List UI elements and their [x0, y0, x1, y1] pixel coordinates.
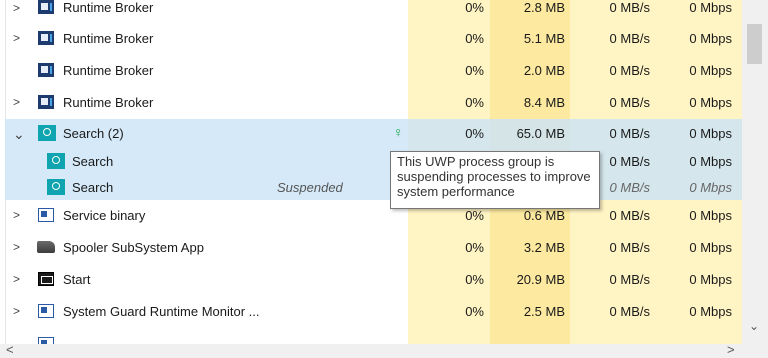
process-name: Search (2) [63, 126, 124, 141]
memory-value: 20.9 MB [516, 272, 565, 287]
expand-chevron-icon[interactable]: > [13, 95, 20, 109]
process-name: Search [72, 180, 114, 195]
cpu-value: 0% [465, 272, 484, 287]
memory-value: 2.5 MB [523, 304, 565, 319]
chevron-down-icon[interactable]: ⌄ [749, 319, 759, 333]
cpu-value: 0% [465, 240, 484, 255]
network-value: 0 Mbps [689, 126, 732, 141]
network-value: 0 Mbps [689, 208, 732, 223]
cpu-value: 0% [465, 63, 484, 78]
expand-chevron-icon[interactable]: > [13, 208, 20, 222]
process-name: System Guard Runtime Monitor ... [63, 304, 260, 319]
printer-icon [37, 241, 55, 253]
service-icon [38, 337, 54, 344]
disk-value: 0 MB/s [609, 304, 650, 319]
disk-value: 0 MB/s [609, 208, 650, 223]
expand-chevron-icon[interactable]: > [13, 240, 20, 254]
memory-value: 2.0 MB [523, 63, 565, 78]
disk-value: 0 MB/s [609, 63, 650, 78]
process-name: Search [72, 154, 114, 169]
process-row-search-child-2[interactable]: Search Suspended 0 MB/s 0 Mbps [0, 174, 742, 200]
process-name: Runtime Broker [63, 95, 154, 110]
process-name: Runtime Broker [63, 63, 154, 78]
runtime-broker-icon [38, 31, 54, 45]
disk-value: 0 MB/s [609, 154, 650, 169]
collapse-chevron-icon[interactable]: ⌄ [13, 126, 25, 143]
expand-chevron-icon[interactable]: > [13, 272, 20, 286]
runtime-broker-icon [38, 63, 54, 77]
disk-value: 0 MB/s [609, 240, 650, 255]
process-list: > Runtime Broker 0% 2.8 MB 0 MB/s 0 Mbps… [0, 0, 742, 344]
network-value: 0 Mbps [689, 63, 732, 78]
memory-value: 65.0 MB [516, 126, 565, 141]
start-icon [38, 272, 54, 286]
expand-chevron-icon[interactable]: > [13, 304, 20, 318]
service-icon [38, 304, 54, 318]
network-value: 0 Mbps [689, 31, 732, 46]
expand-chevron-icon[interactable]: > [13, 1, 20, 15]
network-value: 0 Mbps [689, 0, 732, 15]
chevron-left-icon[interactable]: < [6, 342, 14, 357]
disk-value: 0 MB/s [609, 31, 650, 46]
memory-value: 5.1 MB [523, 31, 565, 46]
uwp-suspend-tooltip: This UWP process group is suspending pro… [390, 151, 600, 209]
network-value: 0 Mbps [689, 304, 732, 319]
process-name: Start [63, 272, 91, 287]
disk-value: 0 MB/s [609, 180, 650, 195]
process-name: Runtime Broker [63, 31, 154, 46]
runtime-broker-icon [38, 95, 54, 109]
network-value: 0 Mbps [689, 272, 732, 287]
disk-value: 0 MB/s [609, 272, 650, 287]
process-row-system-guard[interactable]: > System Guard Runtime Monitor ... 0% 2.… [0, 295, 742, 327]
search-icon [47, 179, 65, 195]
leaf-icon[interactable]: ♀ [393, 124, 404, 140]
disk-value: 0 MB/s [609, 0, 650, 15]
network-value: 0 Mbps [689, 95, 732, 110]
process-row-search-group[interactable]: ⌄ Search (2) ♀ 0% 65.0 MB 0 MB/s 0 Mbps [0, 119, 742, 149]
process-row-runtime-broker-2[interactable]: > Runtime Broker 0% 5.1 MB 0 MB/s 0 Mbps [0, 23, 742, 55]
cpu-value: 0% [465, 31, 484, 46]
search-icon [38, 125, 56, 141]
process-name: Service binary [63, 208, 146, 223]
vertical-scroll-thumb[interactable] [747, 24, 762, 64]
cpu-value: 0% [465, 95, 484, 110]
runtime-broker-icon [38, 0, 54, 14]
network-value: 0 Mbps [689, 240, 732, 255]
memory-value: 3.2 MB [523, 240, 565, 255]
search-icon [47, 153, 65, 169]
process-row-search-child-1[interactable]: Search 0 MB/s 0 Mbps [0, 149, 742, 174]
cpu-value: 0% [465, 304, 484, 319]
cpu-value: 0% [465, 0, 484, 15]
process-row-runtime-broker-3[interactable]: Runtime Broker 0% 2.0 MB 0 MB/s 0 Mbps [0, 55, 742, 87]
chevron-right-icon[interactable]: > [727, 342, 735, 357]
memory-value: 2.8 MB [523, 0, 565, 15]
process-row-start[interactable]: > Start 0% 20.9 MB 0 MB/s 0 Mbps [0, 263, 742, 295]
service-icon [38, 208, 54, 222]
horizontal-scrollbar[interactable]: < > [0, 342, 768, 358]
cpu-value: 0% [465, 208, 484, 223]
disk-value: 0 MB/s [609, 95, 650, 110]
process-row-service-binary[interactable]: > Service binary 0% 0.6 MB 0 MB/s 0 Mbps [0, 200, 742, 231]
network-value: 0 Mbps [689, 180, 732, 195]
process-row-runtime-broker-1[interactable]: > Runtime Broker 0% 2.8 MB 0 MB/s 0 Mbps [0, 0, 742, 20]
process-row-partial[interactable] [0, 327, 742, 344]
process-row-spooler[interactable]: > Spooler SubSystem App 0% 3.2 MB 0 MB/s… [0, 231, 742, 263]
disk-value: 0 MB/s [609, 126, 650, 141]
status-suspended: Suspended [277, 180, 343, 195]
expand-chevron-icon[interactable]: > [13, 31, 20, 45]
process-row-runtime-broker-4[interactable]: > Runtime Broker 0% 8.4 MB 0 MB/s 0 Mbps [0, 87, 742, 119]
cpu-value: 0% [465, 126, 484, 141]
network-value: 0 Mbps [689, 154, 732, 169]
process-name: Runtime Broker [63, 0, 154, 15]
memory-value: 0.6 MB [523, 208, 565, 223]
memory-value: 8.4 MB [523, 95, 565, 110]
process-name: Spooler SubSystem App [63, 240, 204, 255]
